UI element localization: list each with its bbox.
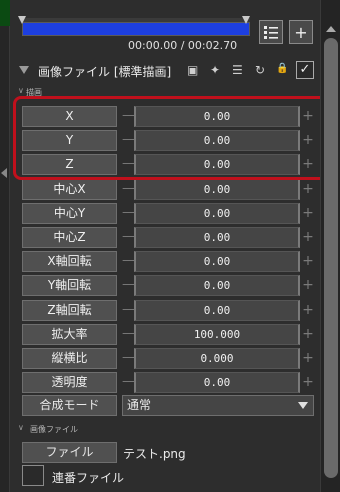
plus-icon[interactable]: +	[302, 372, 314, 393]
file-name: テスト.png	[123, 447, 186, 461]
blend-mode-label: 合成モード	[22, 395, 117, 416]
left-panel-strip	[0, 0, 10, 492]
sequence-label: 連番ファイル	[52, 471, 125, 485]
plus-icon[interactable]: +	[302, 300, 314, 321]
effect-icon[interactable]: ✦	[210, 63, 220, 77]
plus-icon[interactable]: +	[302, 227, 314, 248]
minus-icon[interactable]: —	[122, 179, 135, 200]
left-panel-preview	[0, 0, 10, 26]
timeline-track[interactable]	[22, 22, 250, 36]
plus-icon[interactable]: +	[302, 324, 314, 345]
param-row: 中心Z —0.00 +	[22, 227, 320, 248]
param-row: X軸回転 —0.00 +	[22, 251, 320, 272]
plus-icon[interactable]: +	[302, 203, 314, 224]
minus-icon[interactable]: —	[122, 275, 135, 296]
timeline-end-marker[interactable]	[242, 16, 250, 24]
param-label-button[interactable]: 中心Z	[22, 227, 117, 248]
plus-icon[interactable]: +	[302, 179, 314, 200]
param-label-button[interactable]: X軸回転	[22, 251, 117, 272]
param-row: 中心Y —0.00 +	[22, 203, 320, 224]
file-button[interactable]: ファイル	[22, 442, 117, 463]
param-value-field[interactable]: 0.00	[134, 227, 300, 248]
minus-icon[interactable]: —	[122, 324, 135, 345]
param-label-button[interactable]: 中心Y	[22, 203, 117, 224]
minus-icon[interactable]: —	[122, 227, 135, 248]
param-row: 縦横比 —0.000 +	[22, 348, 320, 369]
param-row: 拡大率 —100.000 +	[22, 324, 320, 345]
param-label-button[interactable]: 拡大率	[22, 324, 117, 345]
minus-icon[interactable]: —	[122, 300, 135, 321]
param-label-button[interactable]: 透明度	[22, 372, 117, 393]
collapse-chevron-icon[interactable]	[19, 66, 29, 74]
plus-icon[interactable]: +	[302, 348, 314, 369]
param-value-field[interactable]: 0.00	[134, 372, 300, 393]
minus-icon[interactable]: —	[122, 251, 135, 272]
scrollbar-thumb[interactable]	[324, 38, 338, 478]
timeline-start-marker[interactable]	[18, 16, 26, 24]
list-icon	[264, 26, 278, 39]
collapse-arrow-icon[interactable]	[1, 168, 7, 178]
blend-mode-value: 通常	[127, 398, 152, 412]
param-row: 中心X —0.00 +	[22, 179, 320, 200]
param-row: Y軸回転 —0.00 +	[22, 275, 320, 296]
param-value-field[interactable]: 0.00	[134, 203, 300, 224]
param-value-field[interactable]: 0.000	[134, 348, 300, 369]
param-row: Z軸回転 —0.00 +	[22, 300, 320, 321]
param-row: 透明度 —0.00 +	[22, 372, 320, 393]
lock-icon[interactable]: 🔒	[276, 63, 288, 74]
param-label-button[interactable]: Y軸回転	[22, 275, 117, 296]
scroll-up-icon[interactable]	[326, 26, 336, 32]
section-chevron-icon[interactable]: ∨	[18, 423, 24, 432]
param-label-button[interactable]: Z軸回転	[22, 300, 117, 321]
timeline-time: 00:00.00 / 00:02.70	[128, 39, 238, 52]
minus-icon[interactable]: —	[122, 348, 135, 369]
list-button[interactable]	[259, 20, 283, 44]
object-title: 画像ファイル [標準描画]	[38, 65, 172, 79]
minus-icon[interactable]: —	[122, 372, 135, 393]
object-header: 画像ファイル [標準描画] ▣ ✦ ☰ ↻ 🔒 ✓	[10, 58, 320, 84]
dropdown-arrow-icon	[298, 402, 308, 409]
timeline-bar[interactable]	[18, 14, 250, 36]
camera-icon[interactable]: ▣	[187, 63, 198, 77]
highlight-box	[13, 96, 328, 180]
param-value-field[interactable]: 0.00	[134, 251, 300, 272]
param-value-field[interactable]: 0.00	[134, 275, 300, 296]
enabled-checkbox[interactable]: ✓	[296, 61, 314, 79]
list-small-icon[interactable]: ☰	[232, 63, 243, 77]
param-label-button[interactable]: 中心X	[22, 179, 117, 200]
blend-mode-select[interactable]: 通常	[122, 395, 314, 416]
sequence-checkbox[interactable]	[22, 465, 44, 486]
plus-icon[interactable]: +	[302, 251, 314, 272]
param-value-field[interactable]: 0.00	[134, 300, 300, 321]
section-chevron-icon[interactable]: ∨	[18, 86, 24, 95]
section-image-file: 画像ファイル	[30, 425, 78, 434]
add-button[interactable]: +	[289, 20, 313, 44]
plus-icon[interactable]: +	[302, 275, 314, 296]
param-value-field[interactable]: 100.000	[134, 324, 300, 345]
refresh-icon[interactable]: ↻	[255, 63, 265, 77]
param-label-button[interactable]: 縦横比	[22, 348, 117, 369]
scrollbar[interactable]	[320, 0, 340, 492]
param-value-field[interactable]: 0.00	[134, 179, 300, 200]
minus-icon[interactable]: —	[122, 203, 135, 224]
